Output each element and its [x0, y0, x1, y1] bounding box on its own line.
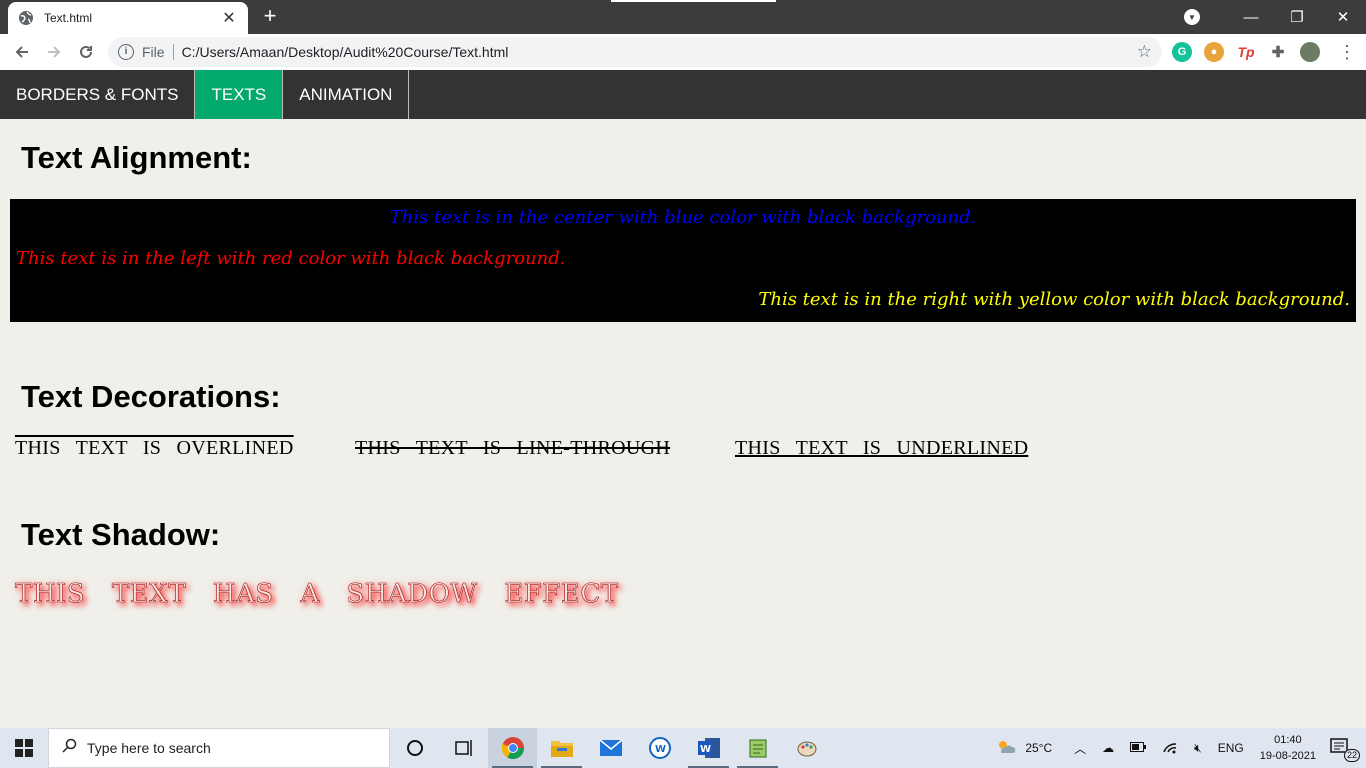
clock-time: 01:40	[1274, 734, 1302, 746]
center-aligned-text: This text is in the center with blue col…	[389, 207, 977, 228]
address-bar[interactable]: i File C:/Users/Amaan/Desktop/Audit%20Co…	[108, 37, 1162, 67]
search-placeholder: Type here to search	[87, 740, 211, 756]
nav-animation[interactable]: ANIMATION	[283, 70, 410, 119]
extension-cookie-icon[interactable]: ●	[1204, 42, 1224, 62]
shadow-heading: Text Shadow:	[21, 517, 221, 552]
close-window-button[interactable]: ✕	[1320, 8, 1366, 26]
wifi-icon[interactable]	[1162, 740, 1178, 757]
loading-indicator	[611, 0, 776, 2]
forward-button[interactable]	[38, 36, 70, 68]
tp-extension-icon[interactable]: Tp	[1236, 42, 1256, 62]
onedrive-icon[interactable]: ☁	[1102, 741, 1114, 755]
notification-count-badge: 22	[1343, 749, 1360, 762]
svg-text:W: W	[700, 744, 711, 755]
clock-date: 19-08-2021	[1259, 750, 1316, 762]
puzzle-icon[interactable]: ✚	[1268, 42, 1288, 62]
mail-icon[interactable]	[586, 728, 635, 768]
alignment-box: This text is in the center with blue col…	[10, 199, 1356, 322]
profile-avatar[interactable]	[1300, 42, 1320, 62]
notepad-icon[interactable]	[733, 728, 782, 768]
decorations-heading: Text Decorations:	[21, 379, 281, 414]
tab-title: Text.html	[44, 11, 93, 25]
notification-center-icon[interactable]: 22	[1330, 738, 1360, 762]
line-through-text: THIS TEXT IS LINE-THROUGH	[355, 437, 671, 459]
nav-texts[interactable]: TEXTS	[195, 70, 284, 119]
address-scheme-label: File	[142, 44, 165, 60]
svg-text:W: W	[655, 744, 666, 755]
volume-muted-icon[interactable]: 🔇︎	[1194, 741, 1202, 756]
tab-search-icon[interactable]: ▼	[1184, 9, 1200, 25]
url-text[interactable]: C:/Users/Amaan/Desktop/Audit%20Course/Te…	[182, 44, 1137, 60]
windows-start-icon[interactable]	[0, 728, 48, 768]
reload-button[interactable]	[70, 36, 102, 68]
close-tab-icon[interactable]: ✕	[220, 8, 238, 28]
menu-kebab-icon[interactable]: ⋮	[1338, 42, 1356, 63]
browser-titlebar: Text.html ✕ + ▼ — ❐ ✕	[0, 0, 1366, 34]
bookmark-star-icon[interactable]: ☆	[1137, 42, 1152, 62]
right-aligned-text: This text is in the right with yellow co…	[758, 289, 1350, 310]
info-icon[interactable]: i	[118, 44, 134, 60]
browser-tab[interactable]: Text.html ✕	[8, 2, 248, 34]
page-content: Text Alignment: This text is in the cent…	[0, 119, 1366, 728]
cortana-icon[interactable]	[390, 728, 439, 768]
weather-temperature: 25°C	[1025, 741, 1053, 755]
restore-button[interactable]: ❐	[1274, 8, 1320, 26]
address-divider	[172, 44, 174, 60]
taskbar-search-box[interactable]: Type here to search	[48, 728, 390, 768]
paint-icon[interactable]	[782, 728, 831, 768]
windows-taskbar: Type here to search W W 25°C ︿ ☁ 🔇︎ ENG …	[0, 728, 1366, 768]
battery-icon[interactable]	[1130, 741, 1147, 755]
task-view-icon[interactable]	[439, 728, 488, 768]
grammarly-icon[interactable]: G	[1172, 42, 1192, 62]
chrome-taskbar-icon[interactable]	[488, 728, 537, 768]
taskbar-clock[interactable]: 01:40 19-08-2021	[1260, 732, 1316, 764]
file-explorer-icon[interactable]	[537, 728, 586, 768]
nav-borders-fonts[interactable]: BORDERS & FONTS	[0, 70, 196, 119]
left-aligned-text: This text is in the left with red color …	[16, 248, 566, 269]
minimize-button[interactable]: —	[1228, 9, 1274, 26]
system-tray: 25°C ︿ ☁ 🔇︎ ENG 01:40 19-08-2021 22	[987, 728, 1366, 768]
new-tab-button[interactable]: +	[258, 4, 282, 28]
show-hidden-icons[interactable]: ︿	[1074, 740, 1086, 757]
globe-icon	[18, 10, 34, 26]
alignment-heading: Text Alignment:	[21, 140, 252, 175]
back-button[interactable]	[6, 36, 38, 68]
overlined-text: THIS TEXT IS OVERLINED	[15, 437, 294, 459]
page-navbar: BORDERS & FONTS TEXTS ANIMATION	[0, 70, 1366, 119]
extensions-area: G ● Tp ✚ ⋮	[1172, 38, 1356, 66]
window-controls: ▼ — ❐ ✕	[1184, 0, 1366, 34]
shadow-text: THIS TEXT HAS A SHADOW EFFECT	[15, 579, 619, 610]
app-w-icon[interactable]: W	[635, 728, 684, 768]
browser-toolbar: i File C:/Users/Amaan/Desktop/Audit%20Co…	[0, 34, 1366, 70]
weather-icon[interactable]	[995, 738, 1017, 759]
search-icon	[61, 738, 77, 759]
underlined-text: THIS TEXT IS UNDERLINED	[735, 437, 1029, 459]
word-icon[interactable]: W	[684, 728, 733, 768]
language-indicator[interactable]: ENG	[1218, 741, 1244, 755]
